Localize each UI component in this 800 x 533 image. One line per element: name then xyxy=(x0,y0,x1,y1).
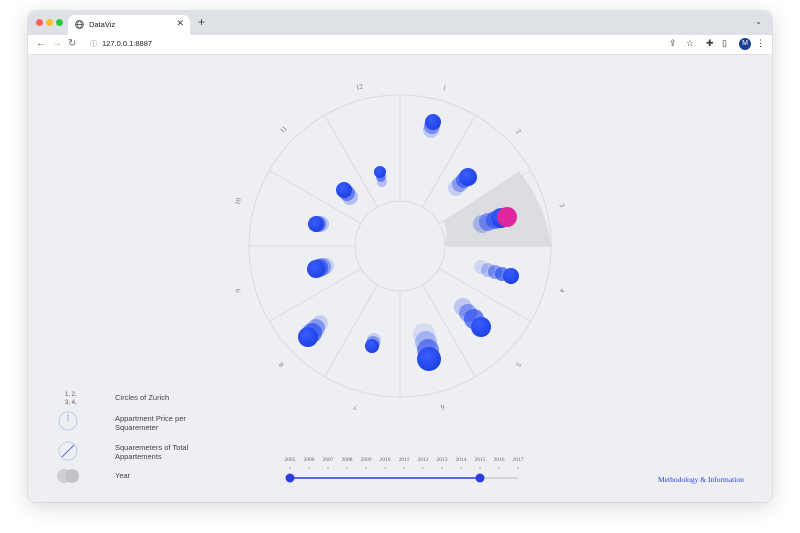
minimize-window-button[interactable] xyxy=(46,19,53,26)
bubbles-month-8[interactable] xyxy=(298,315,328,347)
tab-bar: DataViz ✕ + ⌄ xyxy=(28,11,772,35)
wheel-inner-ring xyxy=(354,200,446,292)
month-label-3: 3 xyxy=(558,203,567,209)
extensions-puzzle-icon[interactable]: ✚ xyxy=(706,38,714,49)
month-wheel: 1 2 3 4 5 6 7 8 9 10 11 12 2005 2006 200… xyxy=(57,82,567,483)
month-label-4: 4 xyxy=(557,288,566,294)
price-label: Appartment Price per Squaremeter xyxy=(115,414,186,432)
tab-close-icon[interactable]: ✕ xyxy=(176,18,184,29)
browser-tab[interactable]: DataViz ✕ xyxy=(68,15,190,35)
bookmark-star-icon[interactable]: ☆ xyxy=(686,38,694,49)
range-start-handle[interactable] xyxy=(285,473,295,483)
sidebar-icon[interactable]: ▯ xyxy=(722,38,727,49)
year-label[interactable]: 2013 xyxy=(437,457,448,463)
range-end-handle[interactable] xyxy=(475,473,485,483)
year-label[interactable]: 2005 xyxy=(285,457,296,463)
new-tab-button[interactable]: + xyxy=(198,15,205,29)
profile-avatar[interactable]: M xyxy=(739,38,751,50)
year-label-legend: Year xyxy=(115,471,131,480)
bubbles-month-2[interactable] xyxy=(448,168,477,196)
close-window-button[interactable] xyxy=(36,19,43,26)
month-label-12: 12 xyxy=(355,82,364,92)
year-label[interactable]: 2008 xyxy=(342,457,353,463)
legend-icons xyxy=(57,411,79,483)
month-label-1: 1 xyxy=(442,84,448,93)
year-labels: 2005 2006 2007 2008 2009 2010 2011 2012 … xyxy=(285,457,524,463)
month-label-10: 10 xyxy=(233,197,243,206)
share-icon[interactable]: ⇪ xyxy=(669,38,677,49)
reload-icon[interactable]: ↻ xyxy=(68,38,76,49)
bubbles-month-11[interactable] xyxy=(336,182,358,205)
browser-window: DataViz ✕ + ⌄ ← → ↻ ⓘ 127.0.0.1:8887 ⇪ ☆… xyxy=(28,11,772,502)
year-label[interactable]: 2012 xyxy=(418,457,429,463)
year-label[interactable]: 2015 xyxy=(475,457,486,463)
year-label[interactable]: 2009 xyxy=(361,457,372,463)
year-label[interactable]: 2017 xyxy=(513,457,524,463)
bubbles-month-4[interactable] xyxy=(474,260,519,284)
menu-kebab-icon[interactable]: ⋮ xyxy=(756,38,765,49)
wheel-spokes xyxy=(249,95,551,397)
sqm-label: Squaremeters of Total Appartements xyxy=(115,443,189,461)
forward-arrow-icon[interactable]: → xyxy=(52,38,62,49)
month-label-2: 2 xyxy=(514,128,522,136)
address-bar[interactable]: 127.0.0.1:8887 xyxy=(102,39,152,48)
bubbles-month-5[interactable] xyxy=(454,298,491,337)
bubbles-month-7[interactable] xyxy=(365,333,381,353)
year-label[interactable]: 2006 xyxy=(304,457,315,463)
bubbles-month-6[interactable] xyxy=(413,323,441,371)
maximize-window-button[interactable] xyxy=(56,19,63,26)
year-timeline xyxy=(285,467,519,483)
year-label[interactable]: 2016 xyxy=(494,457,505,463)
circles-label: Circles of Zurich xyxy=(115,393,170,402)
year-label[interactable]: 2014 xyxy=(456,457,467,463)
highlighted-bubble xyxy=(497,207,517,227)
year-label[interactable]: 2011 xyxy=(399,457,410,463)
year-label[interactable]: 2010 xyxy=(380,457,391,463)
circles-numbers: 1, 2, 3, 4, xyxy=(65,392,77,406)
browser-toolbar: ← → ↻ ⓘ 127.0.0.1:8887 ⇪ ☆ ✚ ▯ M ⋮ xyxy=(28,35,772,55)
bubbles-month-12[interactable] xyxy=(374,166,387,187)
month-label-5: 5 xyxy=(514,360,522,368)
page-content: 1 2 3 4 5 6 7 8 9 10 11 12 2005 2006 200… xyxy=(28,55,772,502)
bubbles-month-10[interactable] xyxy=(308,216,329,232)
month-label-8: 8 xyxy=(277,360,285,368)
tab-title: DataViz xyxy=(89,20,116,29)
info-icon[interactable]: ⓘ xyxy=(90,39,97,49)
month-label-11: 11 xyxy=(278,124,289,135)
back-arrow-icon[interactable]: ← xyxy=(36,38,46,49)
month-label-7: 7 xyxy=(352,402,358,411)
methodology-link[interactable]: Methodology & Information xyxy=(658,475,744,484)
bubbles-month-1[interactable] xyxy=(423,114,441,138)
month-label-6: 6 xyxy=(439,403,445,412)
globe-icon xyxy=(75,20,84,29)
bubbles-month-9[interactable] xyxy=(307,258,334,278)
tab-list-chevron-icon[interactable]: ⌄ xyxy=(755,17,762,26)
month-label-9: 9 xyxy=(234,287,243,293)
year-label[interactable]: 2007 xyxy=(323,457,334,463)
